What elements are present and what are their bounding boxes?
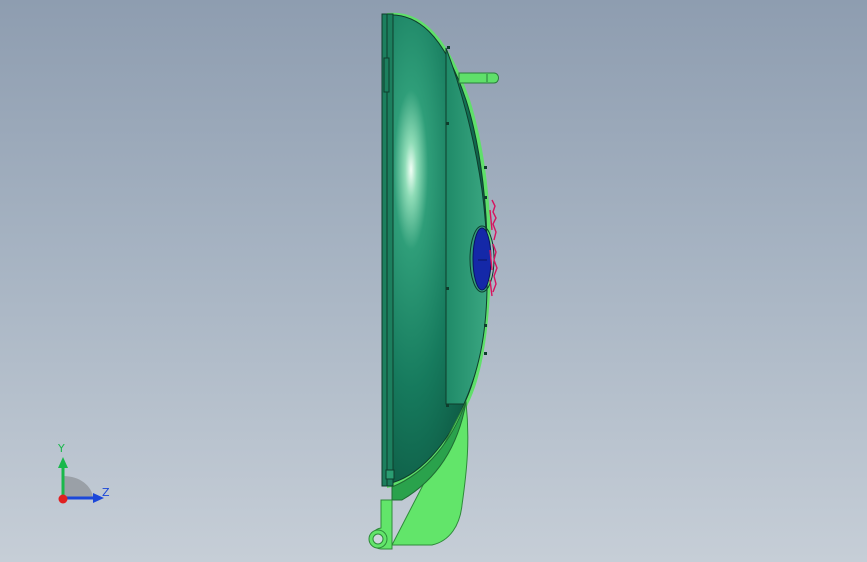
graphics-viewport[interactable]: Y Z bbox=[0, 0, 867, 562]
x-axis-dot bbox=[58, 494, 68, 504]
y-axis-label: Y bbox=[58, 442, 65, 455]
pivot-eye-hole bbox=[372, 533, 384, 545]
orientation-triad[interactable]: Y Z bbox=[48, 438, 118, 510]
cad-model[interactable] bbox=[0, 0, 867, 562]
z-axis-label: Z bbox=[102, 486, 110, 499]
triad-plane bbox=[63, 476, 93, 498]
top-stub bbox=[458, 72, 499, 84]
y-axis-arrow bbox=[58, 457, 68, 468]
port-opening bbox=[472, 227, 492, 291]
flange-clip bbox=[383, 57, 390, 93]
flange-clip-bottom bbox=[385, 469, 395, 480]
